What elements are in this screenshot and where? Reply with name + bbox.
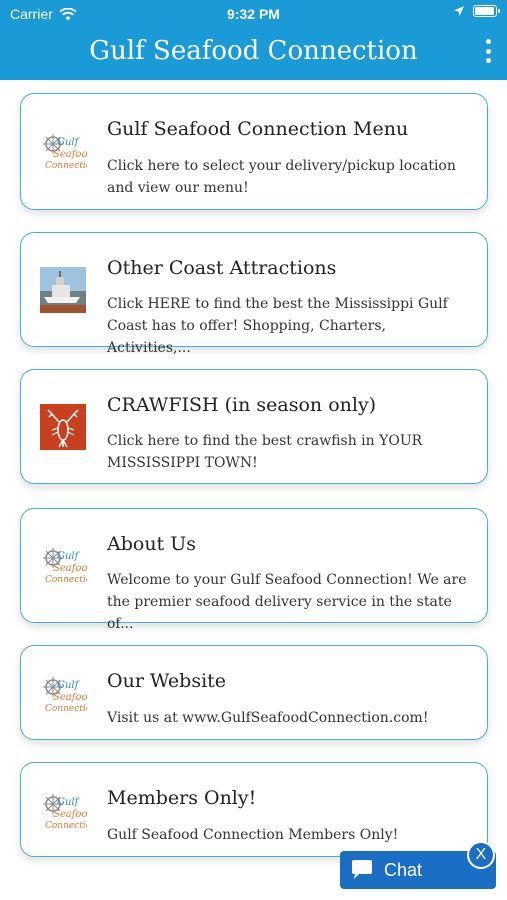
close-icon: X bbox=[475, 846, 487, 863]
chat-close-button[interactable]: X bbox=[467, 841, 495, 869]
chat-label: Chat bbox=[384, 859, 423, 880]
svg-text:Seafood: Seafood bbox=[53, 149, 87, 160]
status-time: 9:32 PM bbox=[227, 6, 280, 22]
menu-card-coast-attractions[interactable]: Other Coast Attractions Click HERE to fi… bbox=[20, 232, 488, 356]
battery-icon bbox=[473, 5, 500, 17]
gsc-logo-icon: Gulf Seafood Connection bbox=[39, 788, 87, 836]
location-arrow-icon bbox=[454, 6, 464, 16]
svg-text:Gulf: Gulf bbox=[57, 680, 81, 691]
card-title: Other Coast Attractions bbox=[107, 257, 337, 279]
svg-text:Seafood: Seafood bbox=[53, 563, 87, 574]
card-description: Click here to find the best crawfish in … bbox=[107, 433, 423, 471]
svg-text:Gulf: Gulf bbox=[57, 551, 81, 562]
svg-text:Seafood: Seafood bbox=[53, 809, 87, 820]
crawfish-icon bbox=[39, 403, 87, 451]
card-description: Gulf Seafood Connection Members Only! bbox=[107, 827, 399, 843]
menu-card-members-only[interactable]: Gulf Seafood Connection Members Only! Gu… bbox=[20, 762, 488, 857]
svg-text:Gulf: Gulf bbox=[57, 797, 81, 808]
gsc-logo-icon: Gulf Seafood Connection bbox=[39, 671, 87, 719]
gsc-logo-icon: Gulf Seafood Connection bbox=[39, 542, 87, 590]
svg-text:Gulf: Gulf bbox=[57, 137, 81, 148]
svg-text:Connection: Connection bbox=[45, 704, 87, 714]
boat-photo-icon bbox=[39, 266, 87, 314]
chat-bubble-icon bbox=[352, 860, 372, 879]
gsc-logo-icon: Gulf Seafood Connection bbox=[39, 128, 87, 176]
status-right bbox=[453, 5, 500, 17]
card-title: Members Only! bbox=[107, 787, 257, 809]
card-description: Click here to select your delivery/picku… bbox=[107, 158, 456, 196]
svg-text:Connection: Connection bbox=[45, 575, 87, 585]
menu-card-gulf-seafood-menu[interactable]: Gulf Seafood Connection Gulf Seafood Con… bbox=[20, 93, 488, 210]
card-title: CRAWFISH (in season only) bbox=[107, 394, 377, 416]
card-description: Welcome to your Gulf Seafood Connection!… bbox=[107, 572, 467, 632]
svg-text:Seafood: Seafood bbox=[53, 692, 87, 703]
card-description: Visit us at www.GulfSeafoodConnection.co… bbox=[107, 710, 429, 726]
page-title: Gulf Seafood Connection bbox=[89, 36, 418, 66]
menu-card-about-us[interactable]: Gulf Seafood Connection About Us Welcome… bbox=[20, 508, 488, 632]
card-title: About Us bbox=[107, 533, 196, 555]
card-description: Click HERE to find the best the Mississi… bbox=[107, 296, 448, 356]
nav-bar: Gulf Seafood Connection bbox=[0, 28, 507, 80]
status-bar: Carrier 9:32 PM bbox=[0, 0, 507, 28]
card-title: Our Website bbox=[107, 670, 227, 692]
card-title: Gulf Seafood Connection Menu bbox=[107, 118, 409, 140]
menu-card-crawfish[interactable]: CRAWFISH (in season only) Click here to … bbox=[20, 369, 488, 484]
svg-text:Connection: Connection bbox=[45, 821, 87, 831]
more-menu-icon[interactable] bbox=[483, 39, 493, 63]
menu-card-our-website[interactable]: Gulf Seafood Connection Our Website Visi… bbox=[20, 645, 488, 740]
svg-text:Connection: Connection bbox=[45, 161, 87, 171]
